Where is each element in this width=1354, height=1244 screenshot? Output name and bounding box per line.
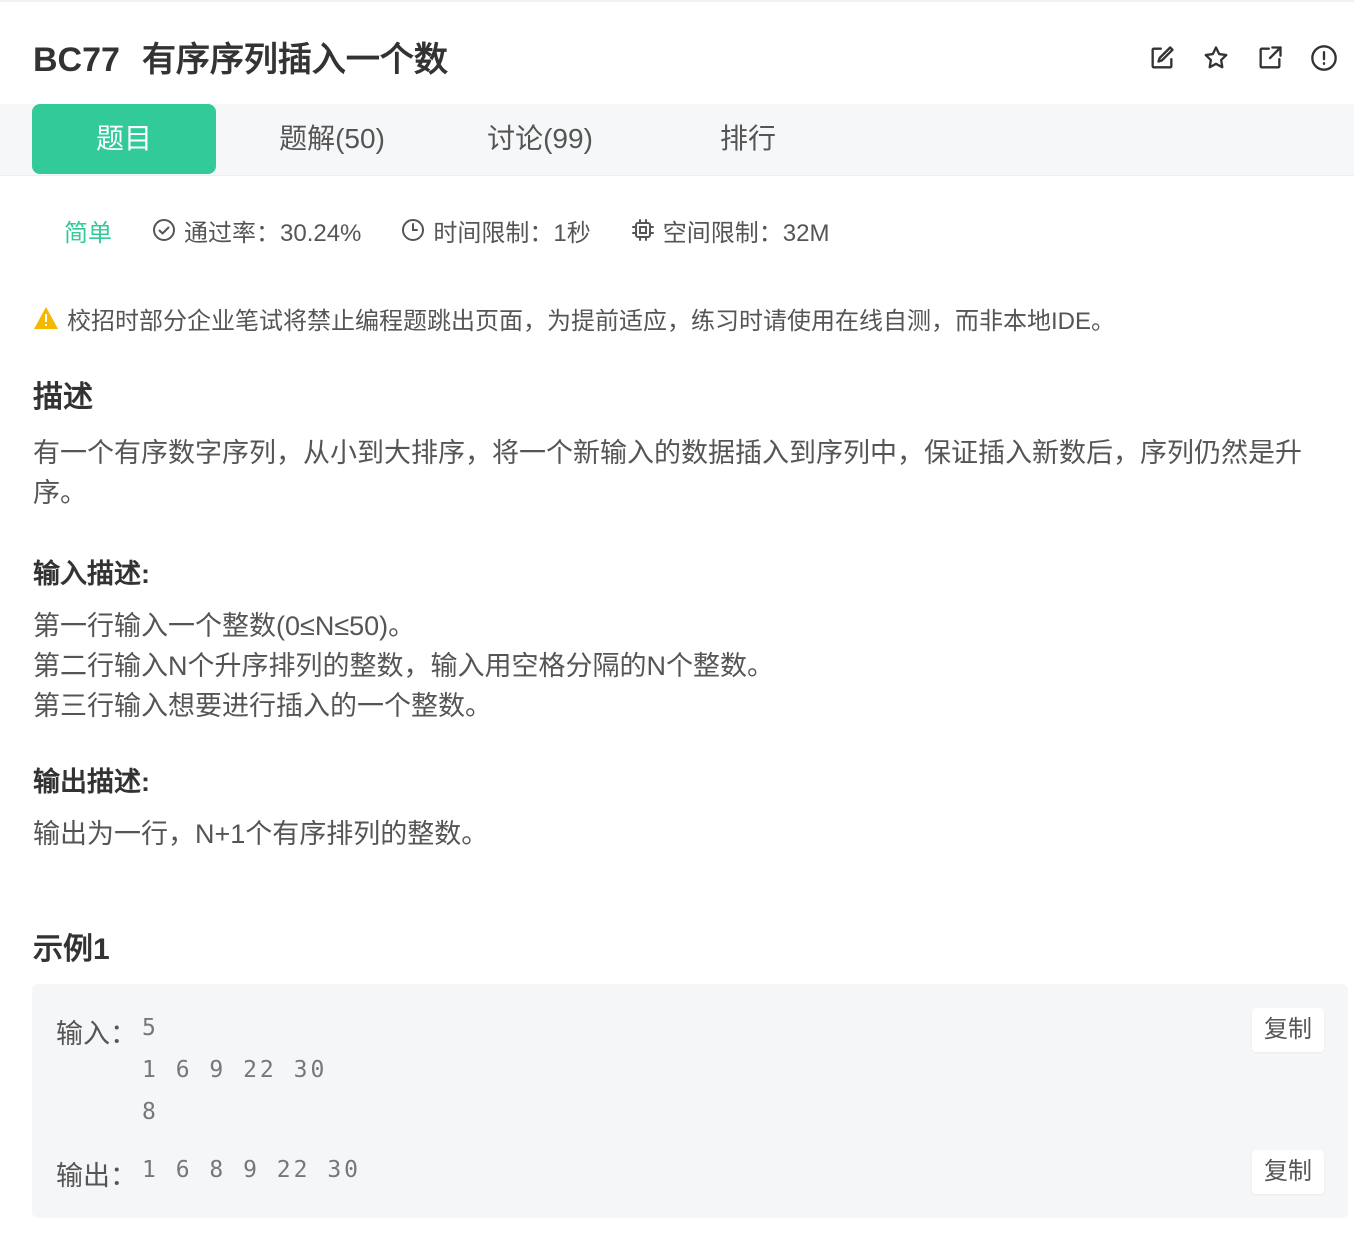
chip-icon	[631, 219, 654, 241]
problem-header: BC77 有序序列插入一个数	[0, 0, 1354, 104]
example-input-line: 8	[142, 1099, 159, 1125]
page-title: BC77 有序序列插入一个数	[33, 38, 448, 82]
example-box: 输入： 5 1 6 9 22 30 8 复制 输出： 1 6 8 9 22 30…	[32, 984, 1348, 1218]
copy-input-button[interactable]: 复制	[1252, 1008, 1324, 1052]
problem-title: 有序序列插入一个数	[141, 41, 448, 79]
problem-meta: 简单 通过率：30.24% 时间限制：1秒 空间限制：32M	[64, 210, 869, 250]
output-description-text: 输出为一行，N+1个有序排列的整数。	[33, 814, 1328, 854]
tab-discussion[interactable]: 讨论(99)	[448, 104, 632, 174]
example-output-line: 1 6 8 9 22 30	[142, 1157, 362, 1183]
warning-icon	[34, 307, 58, 329]
input-description-line: 第一行输入一个整数(0≤N≤50)。	[33, 611, 416, 641]
pass-rate: 通过率：30.24%	[152, 213, 361, 248]
clock-icon	[402, 219, 425, 241]
input-description-line: 第三行输入想要进行插入的一个整数。	[33, 691, 492, 721]
edit-icon	[1151, 46, 1174, 69]
time-limit-text: 时间限制：1秒	[433, 219, 591, 247]
external-link-icon	[1259, 46, 1282, 69]
tab-solutions[interactable]: 题解(50)	[240, 104, 424, 174]
input-description-text: 第一行输入一个整数(0≤N≤50)。 第二行输入N个升序排列的整数，输入用空格分…	[33, 606, 1328, 726]
report-button[interactable]	[1310, 44, 1338, 72]
time-limit: 时间限制：1秒	[401, 213, 591, 248]
example-input-label: 输入：	[56, 1019, 137, 1049]
output-description-heading: 输出描述:	[33, 767, 150, 797]
favorite-button[interactable]	[1202, 44, 1230, 72]
exam-notice: 校招时部分企业笔试将禁止编程题跳出页面，为提前适应，练习时请使用在线自测，而非本…	[33, 300, 1115, 336]
copy-output-button[interactable]: 复制	[1252, 1150, 1324, 1194]
description-heading: 描述	[33, 381, 93, 414]
tab-ranking[interactable]: 排行	[656, 104, 840, 174]
header-actions	[1148, 44, 1338, 72]
example-input-line: 5	[142, 1015, 159, 1041]
input-description-line: 第二行输入N个升序排列的整数，输入用空格分隔的N个整数。	[33, 651, 774, 681]
problem-code: BC77	[33, 41, 120, 79]
example-output-label: 输出：	[56, 1161, 137, 1191]
description-line: 有一个有序数字序列，从小到大排序，将一个新输入的数据插入到序列中，保证插入新数后…	[33, 438, 1302, 468]
memory-limit: 空间限制：32M	[631, 213, 830, 248]
description-text: 有一个有序数字序列，从小到大排序，将一个新输入的数据插入到序列中，保证插入新数后…	[33, 433, 1328, 513]
example-heading: 示例1	[33, 933, 110, 966]
difficulty-badge: 简单	[64, 219, 112, 247]
alert-circle-icon	[1311, 45, 1337, 71]
example-input-line: 1 6 9 22 30	[142, 1057, 328, 1083]
output-description-line: 输出为一行，N+1个有序排列的整数。	[33, 819, 489, 849]
edit-button[interactable]	[1148, 44, 1176, 72]
pass-rate-text: 通过率：30.24%	[184, 219, 362, 247]
description-line: 序。	[33, 478, 87, 508]
star-icon	[1204, 46, 1228, 69]
check-circle-icon	[153, 219, 175, 241]
notice-text: 校招时部分企业笔试将禁止编程题跳出页面，为提前适应，练习时请使用在线自测，而非本…	[67, 307, 1116, 335]
problem-tabs: 题目 题解(50) 讨论(99) 排行	[0, 104, 1354, 176]
input-description-heading: 输入描述:	[33, 559, 150, 589]
memory-limit-text: 空间限制：32M	[662, 219, 830, 247]
tab-problem[interactable]: 题目	[32, 104, 216, 174]
share-button[interactable]	[1256, 44, 1284, 72]
